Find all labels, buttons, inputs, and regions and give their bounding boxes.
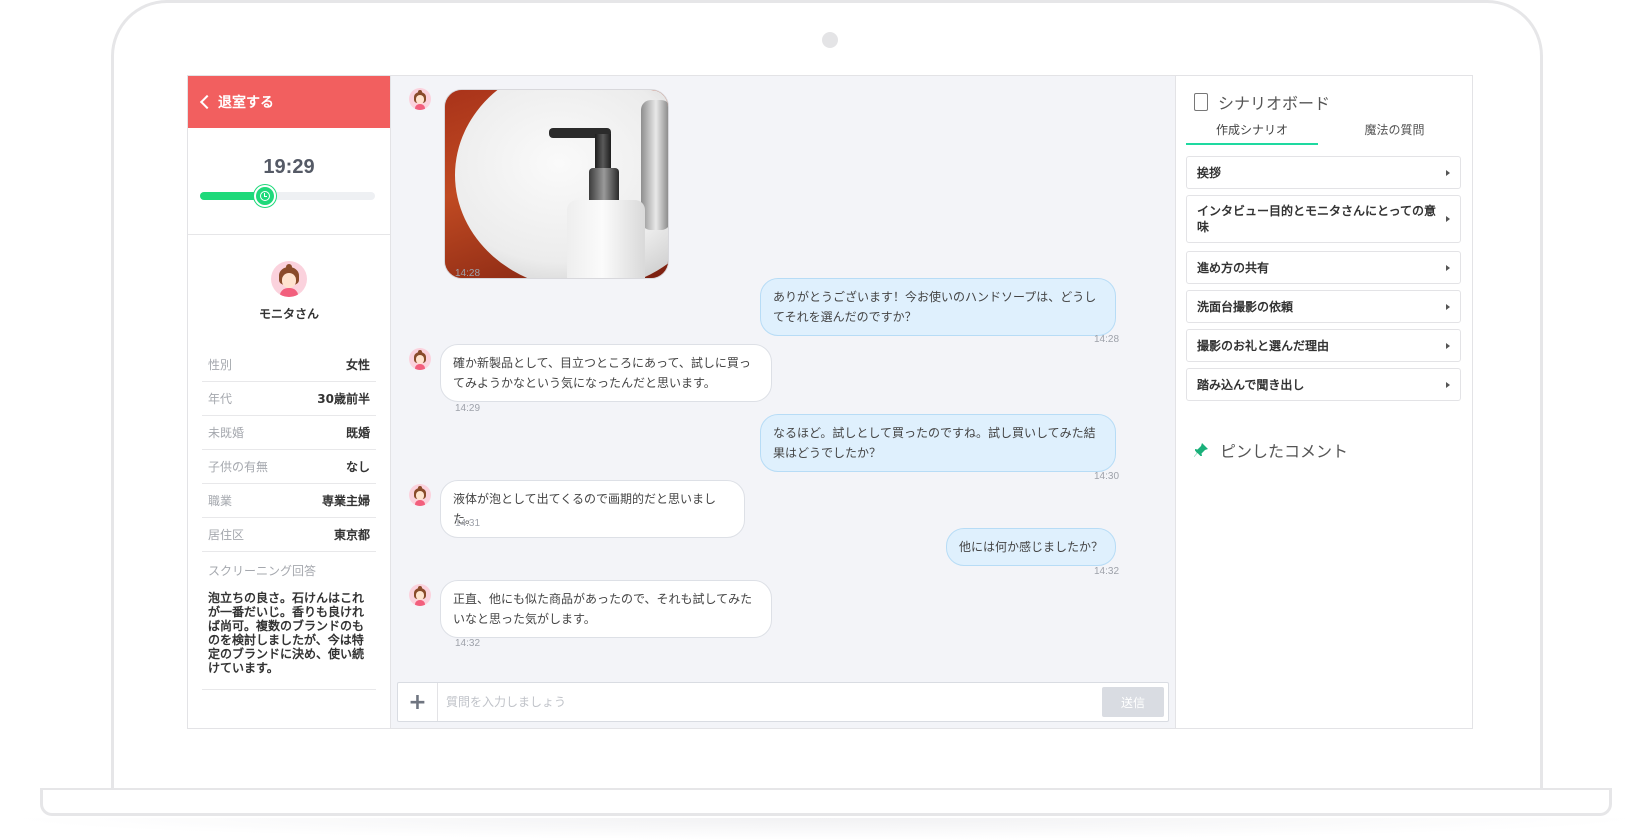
attribute-list: 性別 女性年代 30歳前半未既婚 既婚子供の有無 なし職業 専業主婦居住区 東京都: [202, 348, 376, 552]
chat-area: 14:28 ありがとうございます！今お使いのハンドソープは、どうしてそれを選んだ…: [391, 76, 1175, 728]
tab-magic-questions[interactable]: 魔法の質問: [1328, 121, 1461, 145]
timer-display: 19:29: [263, 156, 315, 178]
attribute-row: 職業 専業主婦: [202, 484, 376, 518]
scene-item[interactable]: インタビュー目的とモニタさんにとっての意味: [1186, 195, 1461, 243]
app-screen: 退室する 19:29 モニタさん 性別 女性年代 30歳前半未既婚 既婚子供の有無 なし…: [187, 75, 1473, 729]
message-time: 14:28: [1094, 334, 1120, 345]
caret-right-icon: [1446, 303, 1450, 310]
exit-label: 退室する: [218, 95, 274, 111]
scene-item[interactable]: 洗面台撮影の依頼: [1186, 290, 1461, 323]
avatar: [409, 348, 431, 370]
attribute-key: 居住区: [208, 528, 245, 542]
message-time: 14:32: [455, 638, 481, 649]
avatar: [409, 584, 431, 606]
send-button[interactable]: 送信: [1102, 687, 1164, 717]
message-time: 14:31: [455, 518, 481, 529]
caret-right-icon: [1446, 381, 1450, 388]
incoming-message: 確か新製品として、目立つところにあって、試しに買ってみようかなという気になったん…: [440, 344, 772, 402]
avatar: [409, 88, 431, 110]
pinned-comments-label: ピンしたコメント: [1220, 442, 1349, 461]
caret-right-icon: [1446, 342, 1450, 349]
pin-icon: [1194, 443, 1208, 457]
avatar: [271, 261, 307, 297]
chevron-left-icon: [199, 94, 215, 110]
attribute-value: 30歳前半: [317, 392, 370, 406]
document-icon: [1194, 93, 1208, 111]
attribute-key: 年代: [208, 392, 233, 406]
outgoing-message: 他には何か感じましたか？: [946, 528, 1116, 566]
attribute-row: 子供の有無 なし: [202, 450, 376, 484]
scene-label: 洗面台撮影の依頼: [1197, 299, 1294, 314]
caret-right-icon: [1446, 169, 1450, 176]
attribute-key: 子供の有無: [208, 460, 269, 474]
attribute-value: 東京都: [333, 528, 370, 542]
attribute-key: 性別: [208, 358, 233, 372]
message-composer: + 送信: [397, 682, 1169, 722]
pinned-comments-header[interactable]: ピンしたコメント: [1194, 438, 1348, 462]
attribute-row: 性別 女性: [202, 348, 376, 382]
profile-section: モニタさん: [188, 235, 390, 322]
camera-dot: [822, 32, 838, 48]
scene-item[interactable]: 挨拶: [1186, 156, 1461, 189]
scenario-board-title: シナリオボード: [1194, 90, 1330, 114]
clock-icon: [259, 191, 270, 201]
attribute-row: 年代 30歳前半: [202, 382, 376, 416]
incoming-message: 液体が泡として出てくるので画期的だと思いました。: [440, 480, 745, 538]
scene-label: 撮影のお礼と選んだ理由: [1197, 338, 1330, 353]
outgoing-message: なるほど。試しとして買ったのですね。試し買いしてみた結果はどうでしたか？: [760, 414, 1116, 472]
scene-item[interactable]: 踏み込んで聞き出し: [1186, 368, 1461, 401]
attribute-row: 居住区 東京都: [202, 518, 376, 552]
laptop-shadow: [0, 818, 1652, 840]
screening-label: スクリーニング回答: [208, 564, 317, 578]
scene-label: 進め方の共有: [1197, 260, 1270, 275]
question-input[interactable]: [446, 691, 1096, 713]
avatar: [409, 484, 431, 506]
scene-item[interactable]: 撮影のお礼と選んだ理由: [1186, 329, 1461, 362]
scene-label: 踏み込んで聞き出し: [1197, 377, 1305, 392]
profile-name: モニタさん: [258, 307, 319, 321]
scenario-board-label: シナリオボード: [1218, 94, 1331, 113]
attribute-key: 職業: [208, 494, 233, 508]
message-time: 14:28: [455, 268, 481, 279]
scenario-tabs: 作成シナリオ 魔法の質問: [1186, 121, 1461, 145]
attribute-row: 未既婚 既婚: [202, 416, 376, 450]
caret-right-icon: [1446, 264, 1450, 271]
exit-button[interactable]: 退室する: [188, 76, 390, 128]
screening-answer: 泡立ちの良さ。石けんはこれが一番だいじ。香りも良ければ尚可。複数のブランドのもの…: [208, 591, 365, 675]
caret-right-icon: [1446, 216, 1450, 222]
timer-section: 19:29: [188, 128, 390, 235]
attribute-value: 専業主婦: [321, 494, 370, 508]
attribute-key: 未既婚: [208, 426, 245, 440]
attribute-value: 既婚: [345, 426, 370, 440]
left-panel: 退室する 19:29 モニタさん 性別 女性年代 30歳前半未既婚 既婚子供の有無 なし…: [188, 76, 391, 728]
message-time: 14:32: [1094, 566, 1120, 577]
time-progress-handle[interactable]: [253, 185, 276, 207]
message-time: 14:29: [455, 403, 481, 414]
scene-label: 挨拶: [1197, 165, 1222, 180]
laptop-base: [40, 788, 1612, 816]
add-attachment-button[interactable]: +: [398, 683, 438, 721]
tab-created-scenario[interactable]: 作成シナリオ: [1186, 121, 1318, 145]
message-time: 14:30: [1094, 471, 1120, 482]
chat-photo[interactable]: [444, 89, 669, 279]
scenario-board-panel: シナリオボード 作成シナリオ 魔法の質問 挨拶インタビュー目的とモニタさんにとっ…: [1175, 76, 1472, 728]
scene-item[interactable]: 進め方の共有: [1186, 251, 1461, 284]
scene-label: インタビュー目的とモニタさんにとっての意味: [1197, 204, 1437, 234]
outgoing-message: ありがとうございます！今お使いのハンドソープは、どうしてそれを選んだのですか？: [760, 278, 1116, 336]
attribute-value: 女性: [345, 358, 370, 372]
incoming-message: 正直、他にも似た商品があったので、それも試してみたいなと思った気がします。: [440, 580, 772, 638]
screening-section: スクリーニング回答 泡立ちの良さ。石けんはこれが一番だいじ。香りも良ければ尚可。…: [202, 552, 376, 690]
time-progress-bar: [200, 185, 375, 207]
attribute-value: なし: [345, 460, 370, 474]
